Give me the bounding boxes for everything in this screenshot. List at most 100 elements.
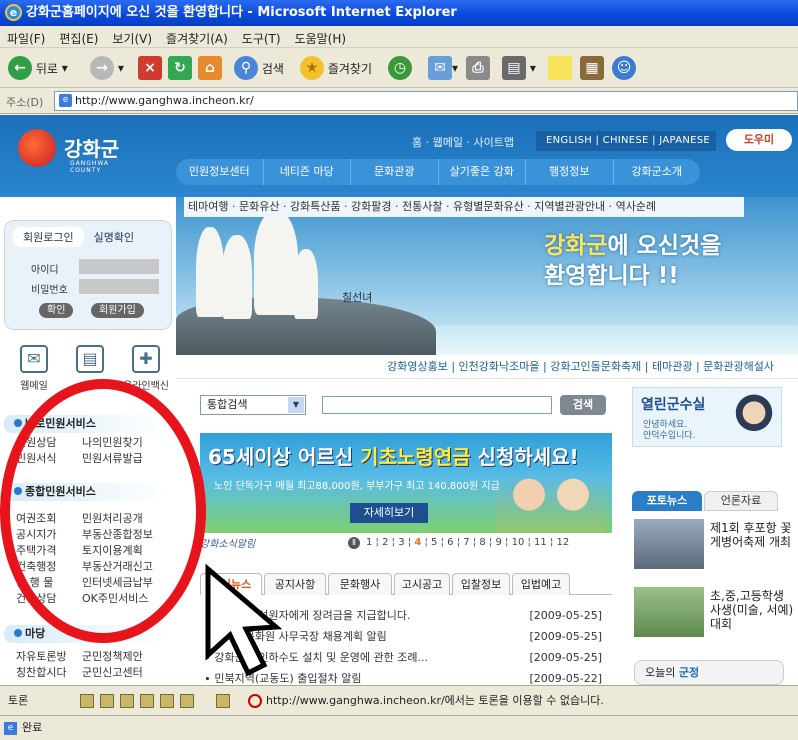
link-item[interactable]: 민원서류발급 [82,451,162,467]
tab-photo-news[interactable]: 포토뉴스 [632,491,702,511]
nav-item[interactable]: 네티즌 마당 [264,159,351,185]
link-item[interactable]: 공시지가 [16,527,82,543]
page-link[interactable]: 2 [382,537,388,548]
address-input[interactable]: http://www.ganghwa.incheon.kr/ [54,91,798,111]
banner-headline: 65세이상 어르신 기초노령연금 신청하세요! [208,445,579,469]
discuss-tool-icon[interactable] [180,694,194,708]
tab-bids[interactable]: 입찰정보 [452,573,510,595]
banner-more-button[interactable]: 자세히보기 [350,503,428,523]
photo-news-caption[interactable]: 초,중,고등학생 사생(미술, 서예)대회 [710,589,798,631]
link-item[interactable]: 민원상담 [16,435,82,451]
search-button[interactable]: ⚲ 검색 [234,54,284,82]
page-link[interactable]: 10 [512,537,525,548]
home-button[interactable]: ⌂ [198,54,222,82]
page-link[interactable]: 7 [463,537,469,548]
refresh-button[interactable]: ↻ [168,54,192,82]
document-link[interactable]: ▤ [64,343,116,377]
link-item[interactable]: 민원처리공개 [82,511,162,527]
page-link[interactable]: 12 [557,537,570,548]
link-item[interactable]: 나의민원찾기 [82,435,162,451]
link-item[interactable]: 부동산종합정보 [82,527,162,543]
mail-button[interactable]: ✉ ▾ [428,54,458,82]
link-item[interactable]: 인터넷세금납부 [82,575,162,591]
link-item[interactable]: 부동산거래신고 [82,559,162,575]
discuss-tool-icon[interactable] [160,694,174,708]
discuss-tool-icon[interactable] [140,694,154,708]
page-link[interactable]: 3 [398,537,404,548]
history-button[interactable]: ◷ [388,54,412,82]
login-ok-button[interactable]: 확인 [39,303,74,318]
link-item[interactable]: 건강상담 [16,591,82,607]
page-link[interactable]: 11 [534,537,547,548]
news-item[interactable]: ∙ 강화군 개인하수도 설치 및 운영에 관한 조례... [2009-05-25… [204,647,608,668]
search-input[interactable] [322,396,552,414]
pause-icon[interactable]: Ⅱ [348,537,360,549]
id-input[interactable] [79,259,159,274]
favorites-button[interactable]: ★ 즐겨찾기 [300,54,372,82]
link-item[interactable]: OK주민서비스 [82,591,162,607]
discuss-tool-icon[interactable] [80,694,94,708]
back-button[interactable]: ← 뒤로 ▾ [8,54,68,82]
tab-press[interactable]: 언론자료 [704,491,778,511]
photo-news-caption[interactable]: 제1회 후포항 꽃게병어축제 개최 [710,521,798,549]
pension-banner[interactable]: 65세이상 어르신 기초노령연금 신청하세요! 노인 단독가구 매월 최고88,… [200,433,612,533]
link-item[interactable]: 군민신고센터 [82,665,162,681]
photo-news-thumb[interactable] [634,519,704,569]
nav-item[interactable]: 강화군소개 [614,159,701,185]
news-item[interactable]: ∙ 강화군문화원 사무국장 채용계획 알림 [2009-05-25] [204,626,608,647]
language-links[interactable]: ENGLISH | CHINESE | JAPANESE [536,131,716,151]
password-input[interactable] [79,279,159,294]
link-item[interactable]: 토지이용계획 [82,543,162,559]
page-link[interactable]: 6 [447,537,453,548]
webmail-link[interactable]: ✉ 웹메일 [8,343,60,392]
notes-button[interactable] [548,54,572,82]
photo-news-thumb[interactable] [634,587,704,637]
sub-nav[interactable]: 테마여행 · 문화유산 · 강화특산품 · 강화팔경 · 전통사찰 · 유형별문… [184,197,744,217]
forward-button[interactable]: → ▾ [90,54,124,82]
helper-button[interactable]: 도우미 [726,129,792,151]
print-button[interactable]: ⎙ [466,54,490,82]
news-item[interactable]: ∙ 민북지역(교동도) 출입절차 알림 [2009-05-22] [204,668,608,685]
page-link[interactable]: 8 [479,537,485,548]
link-item[interactable]: 여권조회 [16,511,82,527]
discuss-tool-icon[interactable] [216,694,230,708]
page-link[interactable]: 1 [366,537,372,548]
stop-button[interactable]: × [138,54,162,82]
research-button[interactable]: ▦ [580,54,604,82]
link-item[interactable]: 간 행 물 [16,575,82,591]
link-item[interactable]: 군민정책제안 [82,649,162,665]
today-gunjeong[interactable]: 오늘의 군정 [634,660,784,685]
tab-events[interactable]: 문화행사 [328,573,392,595]
tab-realname[interactable]: 실명확인 [84,227,144,247]
link-item[interactable]: 자유토론방 [16,649,82,665]
link-item[interactable]: 민원서식 [16,451,82,467]
tab-announcements[interactable]: 고시공고 [394,573,450,595]
link-item[interactable]: 칭찬합시다 [16,665,82,681]
quick-links[interactable]: 강화영상홍보 | 인천강화낙조마을 | 강화고인돌문화축제 | 테마관광 | 문… [176,355,798,379]
page-link[interactable]: 9 [495,537,501,548]
link-item[interactable]: 주택가격 [16,543,82,559]
discuss-label[interactable]: 토론 [8,686,28,716]
nav-item[interactable]: 살기좋은 강화 [439,159,526,185]
tab-legislation[interactable]: 입법예고 [512,573,570,595]
discuss-tool-icon[interactable] [120,694,134,708]
vaccine-link[interactable]: ✚ 온라인백신 [120,343,172,392]
nav-item[interactable]: 행정정보 [526,159,614,185]
page-link[interactable]: 5 [431,537,437,548]
search-button[interactable]: 검색 [560,395,606,415]
nav-item[interactable]: 민원정보센터 [176,159,264,185]
tab-notices[interactable]: 공지사항 [264,573,326,595]
tab-member-login[interactable]: 회원로그인 [13,227,84,247]
tab-latest-news[interactable]: 최신뉴스 [200,573,262,595]
messenger-button[interactable]: ☺ [612,54,636,82]
link-item[interactable]: 건축행정 [16,559,82,575]
search-scope-select[interactable]: 통합검색 ▼ [200,395,306,415]
discuss-tool-icon[interactable] [100,694,114,708]
page-link-active[interactable]: 4 [414,537,421,548]
top-links[interactable]: 홈 · 웹메일 · 사이트맵 [412,134,514,150]
nav-item[interactable]: 문화관광 [351,159,439,185]
edit-button[interactable]: ▤ ▾ [502,54,536,82]
open-mayor-office[interactable]: 열린군수실 안녕하세요. 안덕수입니다. [632,387,782,447]
join-button[interactable]: 회원가입 [91,303,144,318]
news-item[interactable]: ∙ 저소득 구성원자에게 장려금을 지급합니다. [2009-05-25] [204,605,608,626]
